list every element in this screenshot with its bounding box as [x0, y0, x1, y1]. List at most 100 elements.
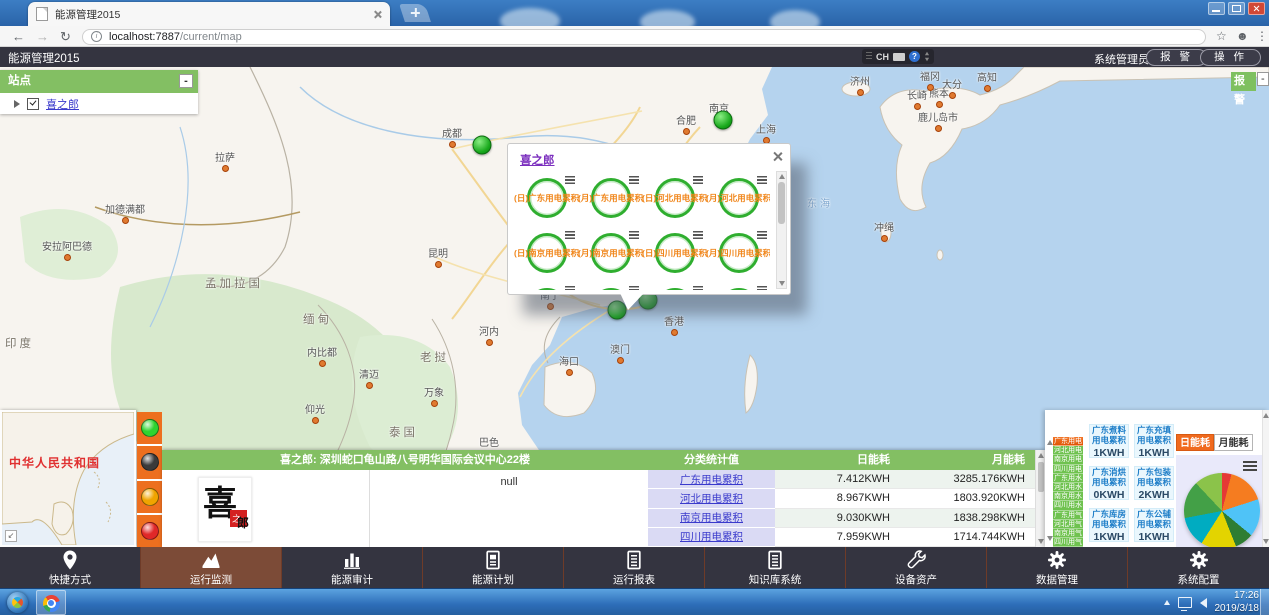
gauge-menu-icon[interactable]: [565, 231, 575, 239]
nav-item-monitoring[interactable]: 运行监测: [141, 547, 282, 588]
status-light-red[interactable]: [137, 515, 162, 547]
gauge-cell[interactable]: [514, 281, 578, 290]
ime-arrows-icon[interactable]: [924, 51, 930, 62]
gauge-cell[interactable]: (日)广东用电累积: [514, 171, 578, 226]
ime-help-icon[interactable]: ?: [909, 51, 920, 62]
gauge-cell[interactable]: (月)河北用电累积: [706, 171, 770, 226]
status-light-gray[interactable]: [137, 446, 162, 480]
stat-card[interactable]: 广东公辅 用电累积 1KWH: [1134, 508, 1174, 542]
window-minimize-button[interactable]: [1208, 2, 1225, 15]
stat-card[interactable]: 广东消烘 用电累积 0KWH: [1089, 466, 1129, 500]
chart-menu-icon[interactable]: [1243, 461, 1257, 471]
site-marker[interactable]: [473, 136, 492, 155]
nav-item-energy-audit[interactable]: 能源审计: [282, 547, 423, 588]
alarm-badge-collapse-button[interactable]: -: [1257, 72, 1269, 86]
panel-collapse-button[interactable]: -: [179, 74, 193, 88]
nav-item-system-config[interactable]: 系统配置: [1128, 547, 1269, 588]
operate-button[interactable]: 操 作: [1200, 49, 1261, 66]
category-link[interactable]: 广东用电累积: [680, 472, 743, 487]
status-light-orange[interactable]: [137, 481, 162, 515]
nav-item-knowledge-base[interactable]: 知识库系统: [705, 547, 846, 588]
gauge-menu-icon[interactable]: [565, 176, 575, 184]
tree-checkbox[interactable]: [27, 98, 39, 110]
nav-item-run-reports[interactable]: 运行报表: [564, 547, 705, 588]
day-energy-toggle[interactable]: 日能耗: [1176, 434, 1214, 451]
close-icon[interactable]: [772, 151, 782, 161]
network-icon[interactable]: [1178, 597, 1192, 608]
category-menu-item[interactable]: 四川用气: [1053, 538, 1083, 547]
gauge-cell[interactable]: [642, 281, 706, 290]
overview-minimap[interactable]: 中华人民共和国 ↙: [0, 410, 136, 547]
gauge-cell[interactable]: (日)南京用电累积: [514, 226, 578, 281]
back-icon[interactable]: ←: [12, 27, 25, 46]
alarm-badge-label[interactable]: 报警: [1231, 72, 1256, 91]
scroll-up-icon[interactable]: [1263, 413, 1269, 418]
stat-card[interactable]: 广东煮料 用电累积 1KWH: [1089, 424, 1129, 458]
category-menu-item[interactable]: 河北用水: [1053, 483, 1083, 492]
profile-icon[interactable]: ☻: [1236, 27, 1249, 46]
window-maximize-button[interactable]: [1228, 2, 1245, 15]
taskbar-clock[interactable]: 17:26 2019/3/18: [1215, 590, 1260, 615]
stat-card[interactable]: 广东包装 用电累积 2KWH: [1134, 466, 1174, 500]
category-menu-item[interactable]: 南京用气: [1053, 529, 1083, 538]
scroll-down-icon[interactable]: [779, 281, 785, 286]
gauge-cell[interactable]: (日)四川用电累积: [642, 226, 706, 281]
category-menu-item[interactable]: 广东用水: [1053, 474, 1083, 483]
address-bar[interactable]: i localhost:7887/current/map: [82, 29, 1206, 45]
window-close-button[interactable]: [1248, 2, 1265, 15]
gauge-menu-icon[interactable]: [565, 286, 575, 290]
site-marker[interactable]: [714, 111, 733, 130]
alarm-button[interactable]: 报 警: [1146, 49, 1207, 66]
speaker-icon[interactable]: [1200, 598, 1207, 608]
chrome-taskbar-button[interactable]: [36, 590, 66, 615]
ime-toolbar[interactable]: CH ?: [862, 49, 934, 64]
browser-tab[interactable]: 能源管理2015: [28, 2, 390, 26]
gauge-menu-icon[interactable]: [757, 286, 767, 290]
gauge-menu-icon[interactable]: [629, 286, 639, 290]
category-link[interactable]: 南京用电累积: [680, 510, 743, 525]
gauge-menu-icon[interactable]: [757, 176, 767, 184]
category-menu-item[interactable]: 南京用水: [1053, 492, 1083, 501]
gauge-cell[interactable]: [578, 281, 642, 290]
gauge-menu-icon[interactable]: [693, 231, 703, 239]
reload-icon[interactable]: ↻: [60, 27, 71, 46]
gauge-cell[interactable]: (月)广东用电累积: [578, 171, 642, 226]
gauge-menu-icon[interactable]: [757, 231, 767, 239]
nav-item-energy-plan[interactable]: 能源计划: [423, 547, 564, 588]
gauge-cell[interactable]: (月)南京用电累积: [578, 226, 642, 281]
new-tab-button[interactable]: [399, 4, 431, 22]
category-menu-item[interactable]: 四川用水: [1053, 501, 1083, 510]
forward-icon[interactable]: →: [36, 27, 49, 46]
gauge-menu-icon[interactable]: [693, 176, 703, 184]
tab-close-icon[interactable]: [373, 10, 382, 19]
nav-item-shortcuts[interactable]: 快捷方式: [0, 547, 141, 588]
scroll-up-icon[interactable]: [1038, 453, 1044, 458]
show-desktop-button[interactable]: [1260, 589, 1269, 615]
popup-scrollbar[interactable]: [776, 171, 787, 289]
keyboard-icon[interactable]: [893, 53, 905, 61]
gauge-menu-icon[interactable]: [629, 231, 639, 239]
gauge-menu-icon[interactable]: [629, 176, 639, 184]
category-menu-item[interactable]: 广东用电: [1053, 437, 1083, 446]
ime-language[interactable]: CH: [876, 52, 889, 62]
stat-card[interactable]: 广东充填 用电累积 1KWH: [1134, 424, 1174, 458]
stat-card[interactable]: 广东库房 用电累积 1KWH: [1089, 508, 1129, 542]
minimap-expand-icon[interactable]: ↙: [5, 530, 17, 542]
tree-site-link[interactable]: 喜之郎: [46, 96, 79, 112]
menu-dots-icon[interactable]: ⋮: [1256, 27, 1268, 46]
gauge-cell[interactable]: (月)四川用电累积: [706, 226, 770, 281]
nav-item-data-management[interactable]: 数据管理: [987, 547, 1128, 588]
category-link[interactable]: 四川用电累积: [680, 529, 743, 544]
gauge-cell[interactable]: (日)河北用电累积: [642, 171, 706, 226]
page-info-icon[interactable]: i: [91, 31, 102, 42]
month-energy-toggle[interactable]: 月能耗: [1214, 434, 1253, 451]
scroll-thumb[interactable]: [778, 182, 785, 224]
scroll-down-icon[interactable]: [1263, 539, 1269, 544]
start-button[interactable]: [7, 592, 28, 613]
nav-item-equipment-assets[interactable]: 设备资产: [846, 547, 987, 588]
category-menu-item[interactable]: 南京用电: [1053, 455, 1083, 464]
popup-site-link[interactable]: 喜之郎: [520, 152, 555, 168]
panel-scrollbar[interactable]: [1262, 410, 1269, 547]
tree-expand-icon[interactable]: [14, 100, 20, 108]
category-link[interactable]: 河北用电累积: [680, 491, 743, 506]
